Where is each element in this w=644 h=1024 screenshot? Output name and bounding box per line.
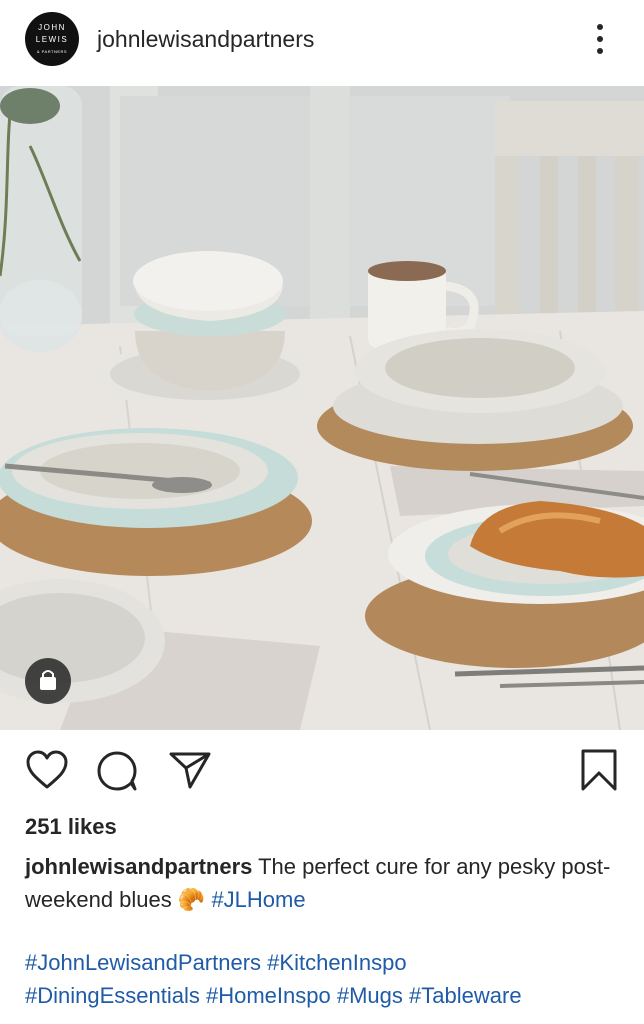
hashtag[interactable]: #DiningEssentials [25, 983, 200, 1008]
caption-username[interactable]: johnlewisandpartners [25, 854, 252, 879]
share-icon[interactable] [168, 750, 212, 795]
hashtag[interactable]: #HomeInspo [206, 983, 331, 1008]
shopping-bag-icon[interactable] [25, 658, 71, 704]
post-header: JOHN LEWIS & PARTNERS johnlewisandpartne… [0, 0, 644, 86]
avatar-text-john: JOHN [38, 23, 66, 32]
hashtag[interactable]: #Mugs [337, 983, 403, 1008]
hashtag[interactable]: #Tableware [409, 983, 522, 1008]
hashtag[interactable]: #KitchenInspo [267, 950, 406, 975]
post-username[interactable]: johnlewisandpartners [97, 26, 314, 53]
comment-icon[interactable] [97, 750, 139, 797]
bookmark-icon[interactable] [580, 748, 618, 797]
post-actions [0, 730, 644, 810]
hashtag-jlhome[interactable]: #JLHome [211, 887, 305, 912]
dining-table-photo [0, 86, 644, 730]
more-vertical-icon[interactable] [588, 22, 612, 56]
post-image[interactable] [0, 86, 644, 730]
croissant-emoji: 🥐 [177, 887, 206, 912]
likes-count[interactable]: 251 likes [25, 814, 117, 840]
hashtag[interactable]: #JohnLewisandPartners [25, 950, 261, 975]
avatar[interactable]: JOHN LEWIS & PARTNERS [25, 12, 79, 66]
avatar-text-partners: & PARTNERS [36, 49, 68, 54]
hashtag-list: #JohnLewisandPartners #KitchenInspo #Din… [25, 946, 635, 1012]
heart-icon[interactable] [25, 750, 69, 795]
post-caption: johnlewisandpartners The perfect cure fo… [25, 850, 625, 916]
avatar-text-lewis: LEWIS [35, 35, 69, 44]
